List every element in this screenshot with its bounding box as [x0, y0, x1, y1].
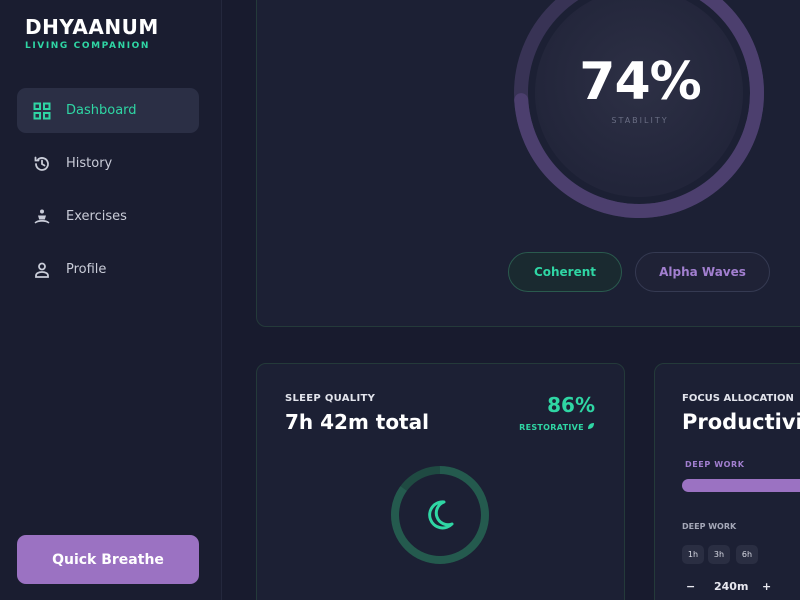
deep-work-section-label: DEEP WORK: [682, 522, 737, 531]
chip-3h[interactable]: 3h: [708, 545, 730, 564]
stability-label: STABILITY: [611, 116, 669, 125]
coherent-tag[interactable]: Coherent: [508, 252, 622, 292]
person-icon: [32, 260, 52, 280]
focus-title: FOCUS ALLOCATION: [682, 393, 794, 404]
sleep-total: 7h 42m total: [285, 410, 429, 434]
moon-icon: [428, 500, 454, 530]
decrement-button[interactable]: −: [686, 580, 695, 593]
alpha-waves-tag[interactable]: Alpha Waves: [635, 252, 770, 292]
sidebar-item-label: History: [66, 156, 113, 171]
sleep-ring: [391, 466, 489, 564]
sidebar-item-exercises[interactable]: Exercises: [17, 194, 199, 239]
chip-6h[interactable]: 6h: [736, 545, 758, 564]
quick-breathe-button[interactable]: Quick Breathe: [17, 535, 199, 584]
deep-work-bar: [682, 479, 800, 492]
sidebar-item-history[interactable]: History: [17, 141, 199, 186]
chip-1h[interactable]: 1h: [682, 545, 704, 564]
restorative-text: RESTORATIVE: [519, 423, 584, 432]
sleep-title: SLEEP QUALITY: [285, 393, 376, 404]
leaf-icon: [587, 423, 595, 432]
sidebar-item-label: Profile: [66, 262, 107, 277]
brand: DHYAANUM LIVING COMPANION: [25, 15, 159, 51]
increment-button[interactable]: +: [762, 580, 771, 593]
stability-value: 74%: [579, 52, 701, 112]
sidebar-item-label: Exercises: [66, 209, 127, 224]
focus-minutes-value: 240m: [714, 580, 749, 593]
sidebar-item-label: Dashboard: [66, 103, 137, 118]
sidebar-item-profile[interactable]: Profile: [17, 247, 199, 292]
sleep-score: 86%: [547, 393, 595, 417]
brand-name: DHYAANUM: [25, 15, 159, 39]
sidebar-item-dashboard[interactable]: Dashboard: [17, 88, 199, 133]
history-icon: [32, 154, 52, 174]
sidebar: DHYAANUM LIVING COMPANION Dashboard Hist…: [0, 0, 222, 600]
grid-icon: [32, 101, 52, 121]
sleep-score-label: RESTORATIVE: [500, 422, 595, 432]
meditation-icon: [32, 207, 52, 227]
focus-main: Productivity: [682, 410, 800, 434]
deep-work-label: DEEP WORK: [685, 460, 745, 469]
brand-subtitle: LIVING COMPANION: [25, 41, 151, 51]
